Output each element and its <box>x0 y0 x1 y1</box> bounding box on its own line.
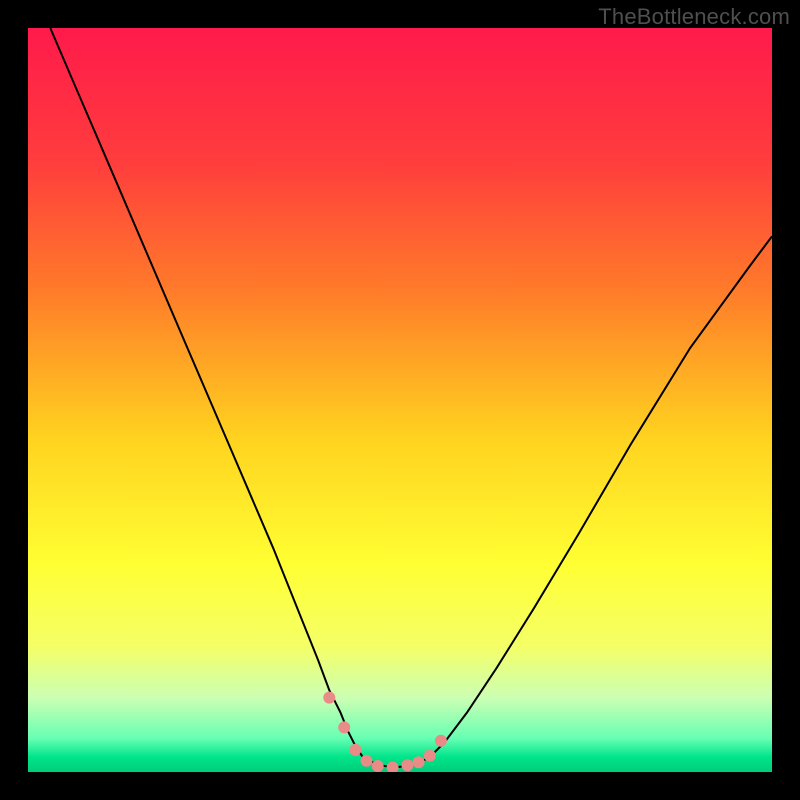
highlight-dot <box>435 735 447 747</box>
highlight-dot <box>413 756 425 768</box>
gradient-background <box>28 28 772 772</box>
bottleneck-plot <box>28 28 772 772</box>
highlight-dot <box>372 760 384 772</box>
watermark-text: TheBottleneck.com <box>598 4 790 30</box>
highlight-dot <box>401 759 413 771</box>
highlight-dot <box>323 692 335 704</box>
chart-frame <box>28 28 772 772</box>
highlight-dot <box>338 721 350 733</box>
highlight-dot <box>424 750 436 762</box>
highlight-dot <box>349 744 361 756</box>
highlight-dot <box>361 755 373 767</box>
